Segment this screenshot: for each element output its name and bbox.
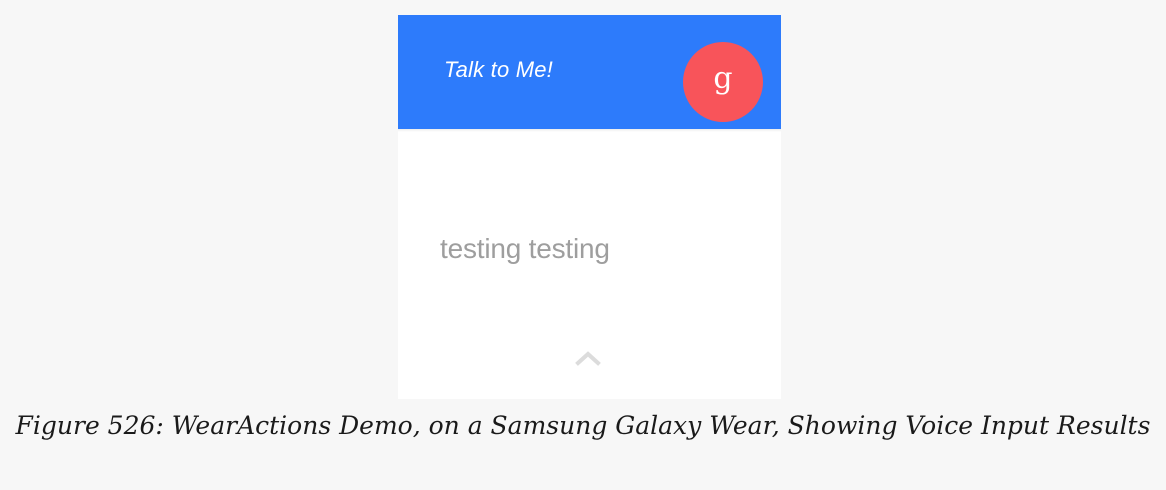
voice-result-text: testing testing [440,233,610,264]
voice-input-button[interactable]: g [683,42,763,122]
app-header: Talk to Me! g [398,15,781,129]
app-title: Talk to Me! [444,57,553,82]
header-shadow [398,129,781,132]
figure-caption: Figure 526: WearActions Demo, on a Samsu… [15,411,1151,440]
watch-screen: Talk to Me! g testing testing [398,15,781,399]
chevron-up-icon[interactable] [573,348,603,368]
google-voice-icon: g [713,61,733,96]
